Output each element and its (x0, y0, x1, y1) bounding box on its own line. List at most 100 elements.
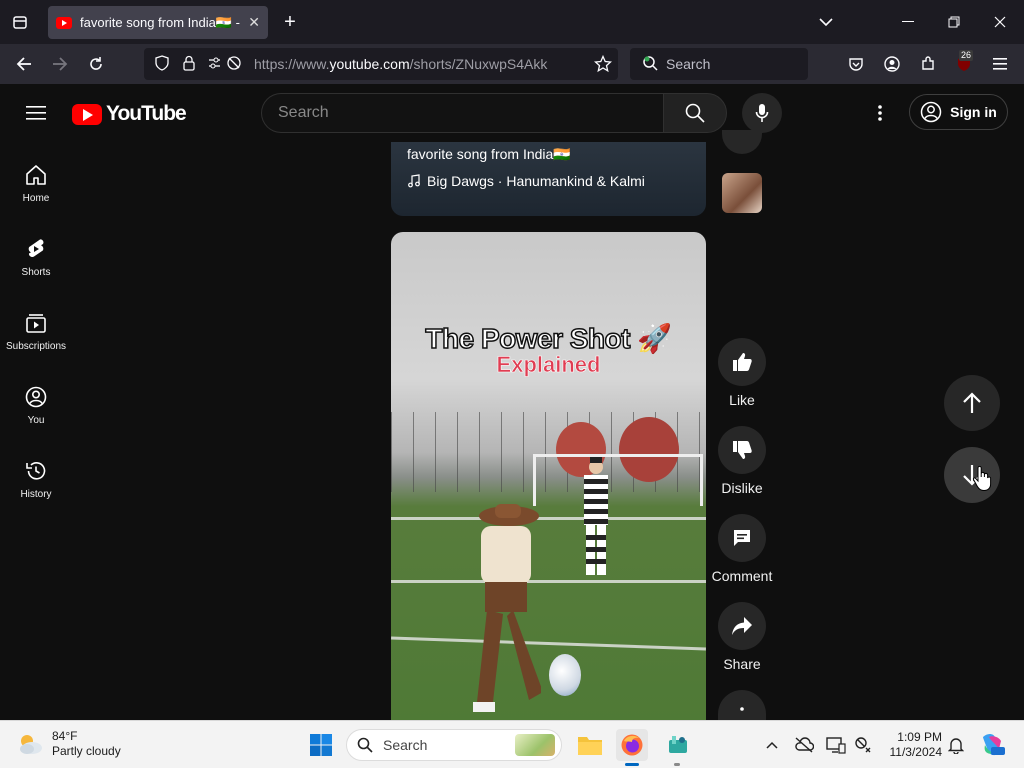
share-circle[interactable] (718, 602, 766, 650)
previous-video-button[interactable] (944, 375, 1000, 431)
video-overlay-subtitle: Explained (496, 352, 601, 378)
previous-short-sound-thumbnail[interactable] (722, 173, 762, 213)
tab-title: favorite song from India🇮🇳 - Yo (80, 14, 241, 30)
youtube-play-logo-icon (72, 103, 102, 125)
url-text[interactable]: https://www.youtube.com/shorts/ZNuxwpS4A… (254, 56, 547, 72)
dislike-circle[interactable] (718, 426, 766, 474)
tab-overview-icon[interactable] (8, 12, 32, 32)
short-video-player[interactable]: The Power Shot 🚀 Explained (391, 232, 706, 722)
taskbar-search-box[interactable]: Search (346, 729, 562, 761)
dislike-label: Dislike (721, 480, 763, 496)
home-icon (26, 164, 46, 185)
weather-temperature: 84°F (52, 729, 78, 743)
voice-search-button[interactable] (742, 93, 782, 133)
chevron-up-icon (766, 741, 778, 749)
bookmark-star-icon[interactable] (592, 54, 614, 74)
like-button[interactable]: Like (710, 338, 774, 408)
music-note-icon (408, 174, 420, 188)
youtube-search-input[interactable]: Search (261, 93, 663, 133)
app-menu-icon[interactable] (990, 54, 1010, 74)
previous-short-player[interactable]: favorite song from India🇮🇳 Big Dawgs · H… (391, 142, 706, 216)
account-icon[interactable] (882, 54, 902, 74)
forward-icon[interactable] (48, 54, 72, 74)
youtube-search-button[interactable] (663, 93, 727, 133)
list-all-tabs-icon[interactable] (816, 12, 836, 32)
app-running-indicator (674, 763, 680, 766)
more-actions-button[interactable] (710, 690, 774, 720)
network-tray-button[interactable] (852, 729, 876, 761)
browser-nav-bar: https://www.youtube.com/shorts/ZNuxwpS4A… (0, 44, 1024, 84)
show-hidden-icons-button[interactable] (760, 729, 784, 761)
previous-short-action-button[interactable] (722, 130, 762, 154)
close-window-button[interactable] (990, 12, 1010, 32)
search-icon (685, 103, 705, 123)
hand-cursor-icon (972, 466, 992, 492)
url-bar[interactable]: https://www.youtube.com/shorts/ZNuxwpS4A… (144, 48, 618, 80)
screen-tool-button[interactable] (662, 729, 694, 761)
video-scene-field-line (391, 580, 706, 583)
weather-description: Partly cloudy (52, 744, 121, 758)
lock-icon[interactable] (182, 55, 196, 74)
weather-widget[interactable]: 84°F Partly cloudy (16, 729, 121, 759)
sidebar-item-label: Home (22, 192, 50, 204)
sidebar-item-label: You (27, 414, 45, 426)
taskbar-clock[interactable]: 1:09 PM 11/3/2024 (884, 730, 943, 760)
firefox-taskbar-button[interactable] (616, 729, 648, 761)
monitor-icon (826, 737, 846, 754)
partly-cloudy-icon (20, 735, 42, 754)
tab-close-icon[interactable]: ✕ (248, 14, 260, 31)
guide-menu-icon[interactable] (24, 101, 48, 125)
tracking-protection-icon[interactable] (154, 54, 170, 74)
reload-icon[interactable] (84, 54, 108, 74)
settings-more-icon[interactable] (868, 100, 892, 126)
network-off-icon (855, 737, 871, 753)
sidebar-item-home[interactable]: Home (0, 150, 72, 216)
arrow-up-icon (963, 392, 981, 413)
sign-in-button[interactable]: Sign in (909, 94, 1008, 130)
dislike-button[interactable]: Dislike (710, 426, 774, 496)
comment-button[interactable]: Comment (710, 514, 774, 584)
thumbs-up-icon (733, 353, 752, 371)
file-explorer-button[interactable] (574, 729, 606, 761)
comment-circle[interactable] (718, 514, 766, 562)
thumbs-down-icon (733, 441, 752, 459)
restore-button[interactable] (944, 12, 964, 32)
video-scene-field-line (391, 517, 706, 520)
onedrive-tray-button[interactable] (792, 729, 816, 761)
google-search-icon (642, 55, 658, 74)
new-tab-button[interactable]: + (280, 11, 300, 33)
like-circle[interactable] (718, 338, 766, 386)
video-scene-field-line (391, 636, 706, 651)
copilot-button[interactable] (976, 729, 1008, 761)
sidebar-item-history[interactable]: History (0, 446, 72, 512)
permissions-icon[interactable] (208, 55, 242, 74)
windows-start-button[interactable] (305, 729, 337, 761)
minimize-button[interactable] (898, 12, 918, 32)
subscriptions-icon (26, 313, 46, 333)
video-scene-soccer-ball (549, 654, 581, 696)
sidebar-item-label: History (20, 488, 52, 500)
youtube-logo[interactable]: YouTube (72, 102, 187, 126)
share-label: Share (723, 656, 761, 672)
sidebar-item-shorts[interactable]: Shorts (0, 224, 72, 290)
previous-short-title[interactable]: favorite song from India🇮🇳 (407, 146, 571, 163)
back-icon[interactable] (12, 54, 36, 74)
sidebar-item-label: Shorts (21, 266, 51, 278)
previous-short-music[interactable]: Big Dawgs · Hanumankind & Kalmi (407, 173, 645, 189)
more-vertical-icon (740, 707, 744, 711)
share-button[interactable]: Share (710, 602, 774, 672)
browser-tab-bar: favorite song from India🇮🇳 - Yo ✕ + (0, 0, 1024, 44)
pocket-icon[interactable] (846, 54, 866, 74)
sidebar-item-subscriptions[interactable]: Subscriptions (0, 298, 72, 364)
more-actions-circle[interactable] (718, 690, 766, 720)
extensions-icon[interactable] (918, 54, 938, 74)
like-label: Like (729, 392, 755, 408)
browser-search-box[interactable]: Search (630, 48, 808, 80)
video-overlay-title: The Power Shot 🚀 (425, 322, 673, 355)
sidebar-item-you[interactable]: You (0, 372, 72, 438)
tab-active[interactable]: favorite song from India🇮🇳 - Yo ✕ (48, 6, 268, 39)
browser-search-placeholder: Search (666, 56, 711, 72)
youtube-search-placeholder: Search (278, 104, 329, 121)
display-tray-button[interactable] (824, 729, 848, 761)
notifications-button[interactable] (944, 729, 968, 761)
